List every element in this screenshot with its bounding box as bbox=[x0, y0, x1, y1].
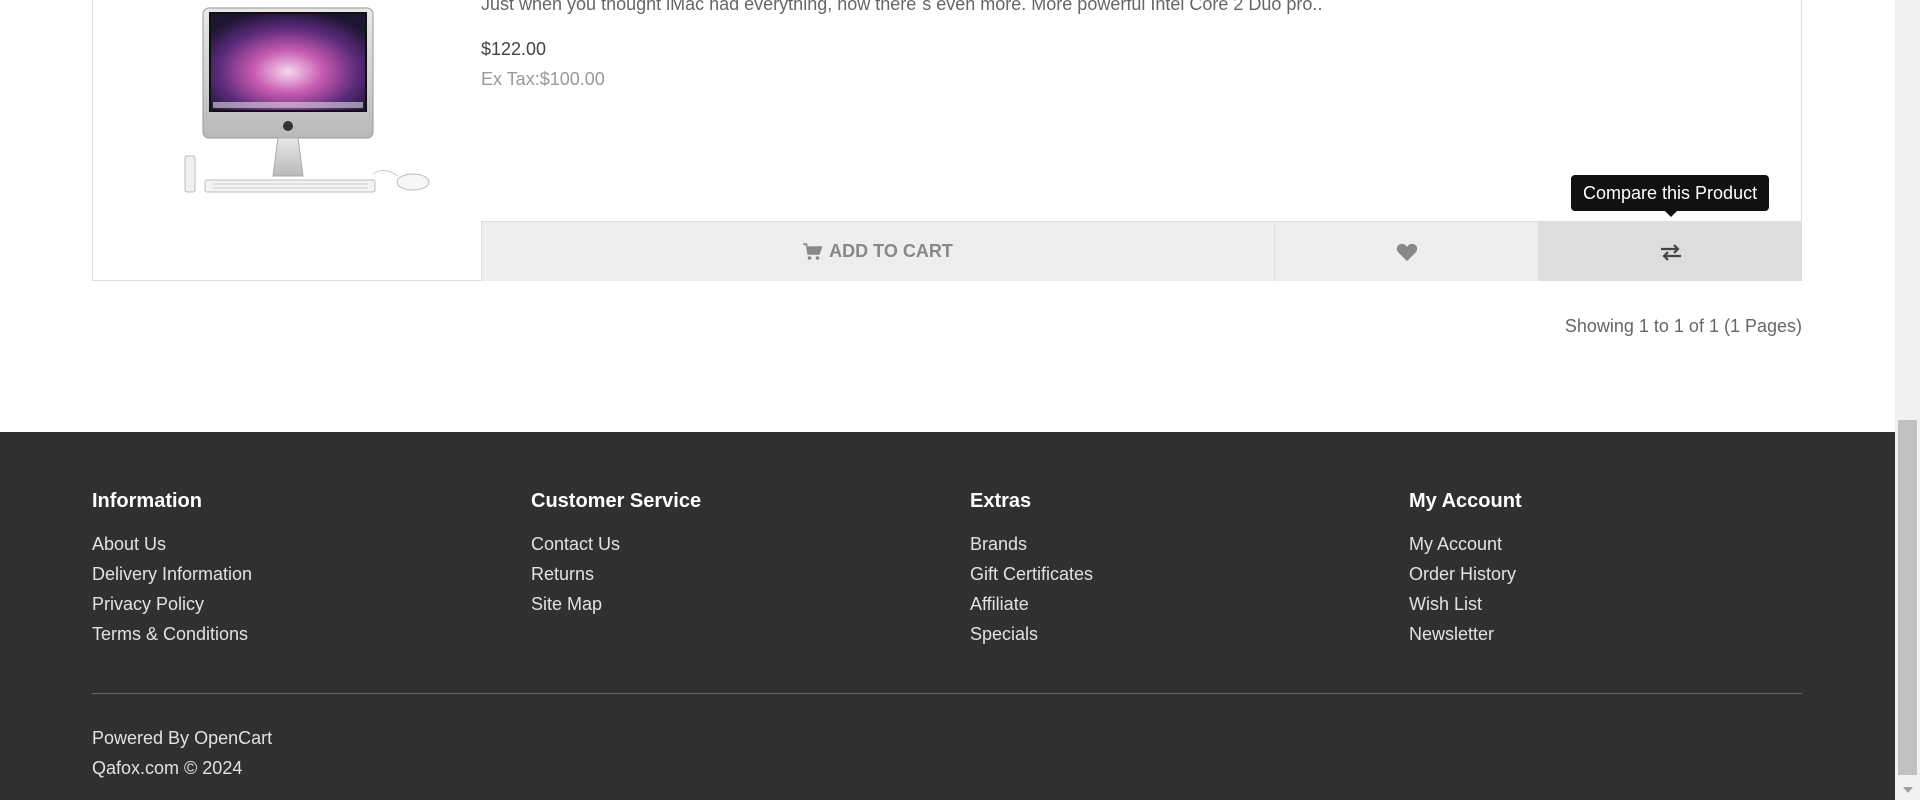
product-button-group: ADD TO CART bbox=[481, 221, 1802, 281]
opencart-link[interactable]: OpenCart bbox=[194, 728, 272, 748]
product-price: $122.00 bbox=[481, 39, 547, 59]
footer-column-customer-service: Customer Service Contact Us Returns Site… bbox=[531, 490, 701, 619]
footer-link-terms-conditions[interactable]: Terms & Conditions bbox=[92, 619, 252, 649]
powered-by-text: Powered By bbox=[92, 728, 190, 748]
pagination-results: Showing 1 to 1 of 1 (1 Pages) bbox=[1564, 316, 1802, 336]
product-image-imac[interactable] bbox=[183, 6, 443, 206]
heart-icon bbox=[1396, 242, 1418, 262]
add-to-cart-label: ADD TO CART bbox=[829, 241, 953, 261]
footer-link-contact-us[interactable]: Contact Us bbox=[531, 529, 701, 559]
scroll-down-arrow-icon[interactable] bbox=[1895, 780, 1920, 800]
footer-link-specials[interactable]: Specials bbox=[970, 619, 1093, 649]
footer-link-my-account[interactable]: My Account bbox=[1409, 529, 1522, 559]
footer-heading: Extras bbox=[970, 490, 1032, 512]
footer-heading: My Account bbox=[1409, 490, 1522, 512]
product-ex-tax: Ex Tax:$100.00 bbox=[481, 69, 605, 89]
footer-heading: Customer Service bbox=[531, 490, 702, 512]
footer-link-site-map[interactable]: Site Map bbox=[531, 589, 701, 619]
footer-link-order-history[interactable]: Order History bbox=[1409, 559, 1522, 589]
footer-link-newsletter[interactable]: Newsletter bbox=[1409, 619, 1522, 649]
footer-link-gift-certificates[interactable]: Gift Certificates bbox=[970, 559, 1093, 589]
footer-link-delivery-information[interactable]: Delivery Information bbox=[92, 559, 252, 589]
footer-link-about-us[interactable]: About Us bbox=[92, 529, 252, 559]
add-to-cart-button[interactable]: ADD TO CART bbox=[481, 222, 1274, 281]
compare-product-button[interactable] bbox=[1538, 222, 1802, 281]
footer-link-brands[interactable]: Brands bbox=[970, 529, 1093, 559]
footer-copyright: Qafox.com © 2024 bbox=[92, 758, 243, 778]
tooltip-arrow bbox=[1664, 210, 1678, 217]
shopping-cart-icon bbox=[803, 242, 823, 261]
footer-link-returns[interactable]: Returns bbox=[531, 559, 701, 589]
page: Just when you thought iMac had everythin… bbox=[0, 0, 1895, 800]
footer-divider bbox=[92, 693, 1802, 694]
footer-powered-by: Powered By OpenCart bbox=[92, 728, 272, 749]
footer-column-information: Information About Us Delivery Informatio… bbox=[92, 490, 252, 649]
product-card: Just when you thought iMac had everythin… bbox=[92, 0, 1802, 281]
scrollbar-thumb[interactable] bbox=[1898, 420, 1917, 775]
footer-link-wish-list[interactable]: Wish List bbox=[1409, 589, 1522, 619]
product-description: Just when you thought iMac had everythin… bbox=[481, 0, 1323, 14]
footer-link-privacy-policy[interactable]: Privacy Policy bbox=[92, 589, 252, 619]
footer-link-affiliate[interactable]: Affiliate bbox=[970, 589, 1093, 619]
add-to-wishlist-button[interactable] bbox=[1274, 222, 1538, 281]
exchange-icon bbox=[1659, 243, 1683, 261]
footer-heading: Information bbox=[92, 490, 202, 512]
footer-column-extras: Extras Brands Gift Certificates Affiliat… bbox=[970, 490, 1093, 649]
compare-tooltip: Compare this Product bbox=[1571, 175, 1770, 211]
footer-column-my-account: My Account My Account Order History Wish… bbox=[1409, 490, 1522, 649]
footer: Information About Us Delivery Informatio… bbox=[0, 432, 1895, 800]
